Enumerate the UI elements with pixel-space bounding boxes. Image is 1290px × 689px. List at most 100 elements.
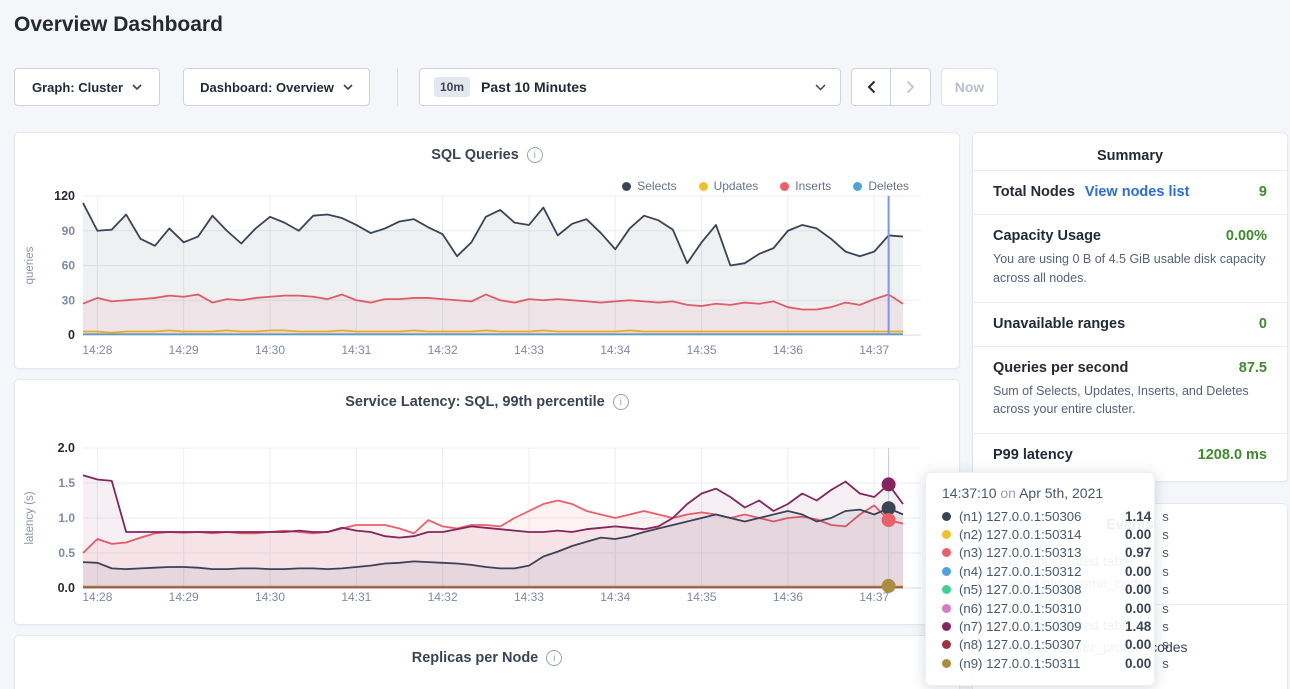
- p99-latency-stat: P99 latency 1208.0 ms: [973, 433, 1287, 477]
- stat-description: You are using 0 B of 4.5 GiB usable disk…: [993, 250, 1267, 288]
- svg-text:14:33: 14:33: [514, 343, 544, 357]
- svg-text:14:32: 14:32: [428, 590, 458, 604]
- tooltip-unit: s: [1162, 582, 1169, 597]
- svg-text:90: 90: [62, 224, 76, 238]
- unavailable-ranges-stat: Unavailable ranges 0: [973, 302, 1287, 346]
- tooltip-row: (n4) 127.0.0.1:503120.00s: [942, 562, 1138, 580]
- svg-text:0.5: 0.5: [58, 546, 75, 560]
- chevron-down-icon: [815, 84, 826, 91]
- tooltip-row: (n7) 127.0.0.1:503091.48s: [942, 617, 1138, 635]
- now-button[interactable]: Now: [941, 68, 998, 106]
- sql-queries-chart[interactable]: 14:2814:2914:3014:3114:3214:3314:3414:35…: [21, 177, 951, 364]
- tooltip-unit: s: [1162, 527, 1169, 542]
- dashboard-dropdown[interactable]: Dashboard: Overview: [183, 68, 370, 106]
- total-nodes-stat: Total Nodes View nodes list 9: [973, 170, 1287, 214]
- stat-value: 9: [1259, 184, 1267, 200]
- svg-text:14:37: 14:37: [859, 343, 889, 357]
- tooltip-node-label: (n5) 127.0.0.1:50308: [959, 582, 1117, 597]
- graph-dropdown-label: Graph: Cluster: [32, 80, 123, 95]
- stat-label: Total Nodes: [993, 184, 1075, 200]
- tooltip-value: 0.00: [1125, 527, 1151, 542]
- controls-divider: [397, 68, 398, 106]
- svg-text:0: 0: [68, 328, 75, 342]
- stat-label: P99 latency: [993, 447, 1073, 463]
- svg-text:0.0: 0.0: [58, 581, 75, 595]
- chevron-down-icon: [132, 84, 142, 90]
- svg-text:14:30: 14:30: [255, 343, 285, 357]
- svg-text:60: 60: [62, 259, 76, 273]
- svg-text:14:30: 14:30: [255, 590, 285, 604]
- page-title: Overview Dashboard: [14, 13, 223, 37]
- time-range-badge: 10m: [434, 77, 470, 97]
- tooltip-value: 0.00: [1125, 582, 1151, 597]
- svg-text:14:34: 14:34: [600, 343, 630, 357]
- info-icon[interactable]: i: [546, 650, 562, 666]
- tooltip-node-label: (n8) 127.0.0.1:50307: [959, 637, 1117, 652]
- series-color-dot: [942, 622, 951, 631]
- chart-title: SQL Queries: [431, 147, 519, 163]
- tooltip-value: 0.00: [1125, 656, 1151, 671]
- tooltip-row: (n1) 127.0.0.1:503061.14s: [942, 507, 1138, 525]
- tooltip-row: (n3) 127.0.0.1:503130.97s: [942, 544, 1138, 562]
- info-icon[interactable]: i: [613, 394, 629, 410]
- tooltip-unit: s: [1162, 656, 1169, 671]
- svg-text:14:29: 14:29: [169, 590, 199, 604]
- svg-text:14:28: 14:28: [82, 590, 112, 604]
- svg-text:120: 120: [54, 189, 75, 203]
- chart-title: Replicas per Node: [412, 650, 539, 666]
- svg-text:14:31: 14:31: [341, 343, 371, 357]
- summary-panel: Summary Total Nodes View nodes list 9 Ca…: [972, 132, 1288, 482]
- chart-title: Service Latency: SQL, 99th percentile: [345, 394, 605, 410]
- tooltip-node-label: (n7) 127.0.0.1:50309: [959, 619, 1117, 634]
- summary-heading: Summary: [973, 133, 1287, 170]
- svg-text:1.5: 1.5: [58, 476, 75, 490]
- svg-text:14:36: 14:36: [773, 590, 803, 604]
- tooltip-node-label: (n1) 127.0.0.1:50306: [959, 509, 1117, 524]
- chart-hover-tooltip: 14:37:10 on Apr 5th, 2021 (n1) 127.0.0.1…: [925, 472, 1155, 686]
- graph-dropdown[interactable]: Graph: Cluster: [14, 68, 160, 106]
- stat-value: 0.00%: [1226, 228, 1267, 244]
- series-color-dot: [942, 567, 951, 576]
- tooltip-unit: s: [1162, 637, 1169, 652]
- series-color-dot: [942, 548, 951, 557]
- tooltip-value: 0.00: [1125, 601, 1151, 616]
- svg-text:30: 30: [62, 293, 76, 307]
- tooltip-row: (n6) 127.0.0.1:503100.00s: [942, 599, 1138, 617]
- svg-text:14:32: 14:32: [428, 343, 458, 357]
- tooltip-value: 1.14: [1125, 509, 1151, 524]
- tooltip-row: (n8) 127.0.0.1:503070.00s: [942, 636, 1138, 654]
- stat-value: 0: [1259, 316, 1267, 332]
- time-range-label: Past 10 Minutes: [481, 79, 587, 95]
- prev-range-button[interactable]: [851, 68, 891, 106]
- time-range-picker[interactable]: 10m Past 10 Minutes: [419, 68, 841, 106]
- svg-text:14:35: 14:35: [687, 590, 717, 604]
- svg-text:14:36: 14:36: [773, 343, 803, 357]
- view-nodes-list-link[interactable]: View nodes list: [1085, 184, 1190, 200]
- tooltip-row: (n2) 127.0.0.1:503140.00s: [942, 525, 1138, 543]
- svg-text:14:28: 14:28: [82, 343, 112, 357]
- next-range-button[interactable]: [891, 68, 931, 106]
- stat-label: Unavailable ranges: [993, 316, 1125, 332]
- tooltip-unit: s: [1162, 619, 1169, 634]
- series-color-dot: [942, 659, 951, 668]
- series-color-dot: [942, 640, 951, 649]
- sql-queries-card: SQL Queries i SelectsUpdatesInsertsDelet…: [14, 132, 960, 369]
- tooltip-value: 1.48: [1125, 619, 1151, 634]
- tooltip-row: (n5) 127.0.0.1:503080.00s: [942, 581, 1138, 599]
- svg-text:14:37: 14:37: [859, 590, 889, 604]
- svg-text:14:31: 14:31: [341, 590, 371, 604]
- chevron-down-icon: [343, 84, 353, 90]
- svg-text:14:33: 14:33: [514, 590, 544, 604]
- tooltip-row: (n9) 127.0.0.1:503110.00s: [942, 654, 1138, 672]
- stat-description: Sum of Selects, Updates, Inserts, and De…: [993, 382, 1267, 420]
- service-latency-chart[interactable]: 14:2814:2914:3014:3114:3214:3314:3414:35…: [21, 428, 951, 611]
- queries-per-second-stat: Queries per second 87.5 Sum of Selects, …: [973, 346, 1287, 434]
- info-icon[interactable]: i: [527, 147, 543, 163]
- dashboard-dropdown-label: Dashboard: Overview: [200, 80, 334, 95]
- tooltip-node-label: (n2) 127.0.0.1:50314: [959, 527, 1117, 542]
- stat-label: Queries per second: [993, 360, 1128, 376]
- tooltip-node-label: (n4) 127.0.0.1:50312: [959, 564, 1117, 579]
- series-color-dot: [942, 604, 951, 613]
- tooltip-node-label: (n3) 127.0.0.1:50313: [959, 545, 1117, 560]
- service-latency-card: Service Latency: SQL, 99th percentile i …: [14, 379, 960, 625]
